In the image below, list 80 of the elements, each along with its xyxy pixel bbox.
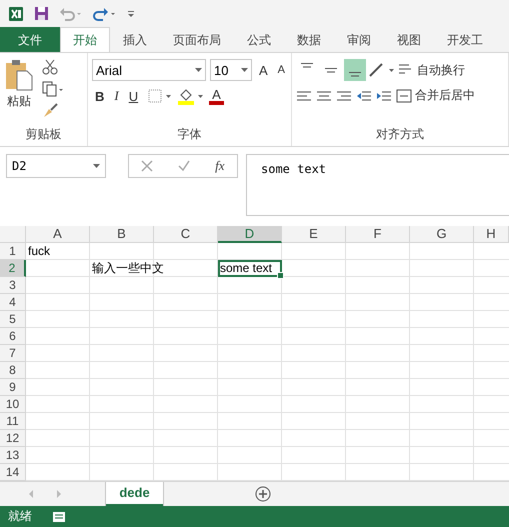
row-header[interactable]: 2	[0, 260, 26, 277]
dropdown-caret-icon[interactable]	[195, 68, 202, 72]
column-header[interactable]: H	[474, 226, 509, 243]
merge-center-button[interactable]: 合并后居中	[396, 87, 475, 104]
group-label: 字体	[176, 126, 202, 144]
selected-cell[interactable]: some text	[218, 260, 282, 277]
font-name-field[interactable]: Arial	[92, 59, 206, 82]
align-center-icon[interactable]	[316, 90, 332, 102]
increase-indent-icon[interactable]	[376, 90, 392, 102]
italic-button[interactable]: I	[111, 88, 122, 104]
formula-field[interactable]: some text	[246, 154, 509, 216]
align-icon	[348, 72, 362, 78]
dropdown-caret-icon[interactable]	[241, 68, 248, 72]
wrap-text-button[interactable]: 自动换行	[398, 62, 465, 79]
align-button[interactable]	[344, 59, 366, 82]
row-header[interactable]: 6	[0, 328, 26, 345]
font-size-field[interactable]: 10	[210, 59, 252, 82]
group-label: 剪贴板	[24, 126, 62, 144]
align-left-icon[interactable]	[296, 90, 312, 102]
ribbon-tab[interactable]: 插入	[110, 27, 160, 52]
column-header[interactable]: G	[410, 226, 474, 243]
customize-icon[interactable]	[127, 8, 135, 19]
fill-handle[interactable]	[277, 272, 284, 279]
row-header[interactable]: 10	[0, 396, 26, 413]
ribbon-tab[interactable]: 审阅	[334, 27, 384, 52]
ribbon-tab[interactable]: 数据	[284, 27, 334, 52]
row-header[interactable]: 5	[0, 310, 26, 328]
ribbon-tab[interactable]: 页面布局	[160, 27, 234, 52]
bold-button[interactable]: B	[92, 88, 108, 104]
brush-icon[interactable]	[42, 103, 58, 120]
redo-icon[interactable]	[93, 6, 117, 21]
check-icon[interactable]	[178, 160, 190, 172]
sheet-tab[interactable]: dede	[106, 482, 163, 506]
decrease-indent-icon[interactable]	[356, 90, 372, 102]
column-header[interactable]: A	[26, 226, 90, 243]
row-header[interactable]: 11	[0, 412, 26, 430]
orientation-icon[interactable]	[368, 62, 396, 78]
column-header[interactable]: B	[90, 226, 154, 243]
ribbon-tab[interactable]: 开始	[60, 27, 110, 52]
font-color-button[interactable]: A	[209, 88, 224, 105]
align-icon	[300, 63, 314, 68]
row-header[interactable]: 14	[0, 464, 26, 481]
align-icon	[324, 68, 338, 73]
align-right-icon[interactable]	[336, 90, 352, 102]
dropdown-caret-icon[interactable]	[93, 164, 100, 168]
insert-function-button[interactable]: fx	[215, 158, 225, 174]
ribbon-tab[interactable]: 公式	[234, 27, 284, 52]
cell-text: fuck	[28, 244, 50, 258]
column-header[interactable]: F	[346, 226, 410, 243]
row-header[interactable]: 3	[0, 276, 26, 294]
column-header[interactable]: C	[154, 226, 218, 243]
ribbon-tab[interactable]: 开发工	[434, 27, 496, 52]
copy-icon[interactable]	[42, 81, 64, 98]
row-header[interactable]: 7	[0, 344, 26, 362]
shrink-font-button[interactable]: A	[274, 64, 288, 76]
macro-record-icon[interactable]	[52, 509, 66, 524]
excel-logo-icon[interactable]	[8, 6, 24, 22]
column-header[interactable]: D	[218, 226, 282, 243]
row-header[interactable]: 4	[0, 294, 26, 311]
paste-icon[interactable]	[4, 59, 34, 92]
add-sheet-icon[interactable]	[255, 486, 271, 502]
row-header[interactable]: 12	[0, 430, 26, 447]
row-header[interactable]: 13	[0, 446, 26, 464]
ribbon-tab[interactable]: 文件	[0, 27, 60, 52]
row-header[interactable]: 8	[0, 362, 26, 379]
paste-button[interactable]: 粘贴	[7, 93, 31, 110]
underline-button[interactable]: U	[126, 88, 142, 104]
group-label: 对齐方式	[375, 126, 425, 144]
row-header[interactable]: 1	[0, 242, 26, 260]
column-header[interactable]: E	[282, 226, 346, 243]
ribbon-tab[interactable]: 视图	[384, 27, 434, 52]
save-icon[interactable]	[34, 6, 49, 22]
status-text: 就绪	[8, 508, 32, 525]
grow-font-button[interactable]: A	[256, 62, 271, 78]
name-box[interactable]: D2	[6, 154, 106, 178]
cell-text: 输入一些中文	[92, 260, 164, 277]
scissors-icon[interactable]	[42, 59, 58, 76]
fill-color-icon[interactable]	[177, 87, 206, 106]
row-header[interactable]: 9	[0, 378, 26, 396]
merge-icon	[396, 88, 412, 103]
